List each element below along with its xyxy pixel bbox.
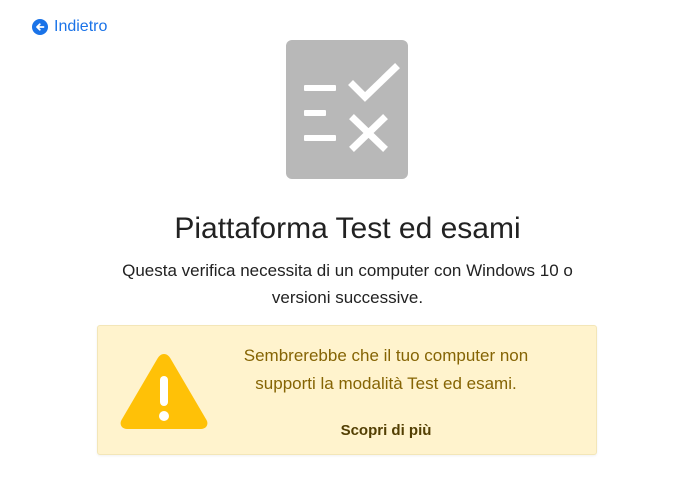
page-subtitle: Questa verifica necessita di un computer… bbox=[122, 261, 573, 307]
learn-more-link[interactable]: Scopri di più bbox=[226, 422, 546, 439]
arrow-left-circle-icon bbox=[32, 19, 48, 35]
checklist-icon bbox=[286, 40, 408, 179]
back-label: Indietro bbox=[54, 18, 108, 35]
page-title: Piattaforma Test ed esami bbox=[174, 212, 521, 245]
warning-triangle-icon bbox=[118, 350, 210, 432]
warning-alert: Sembrerebbe che il tuo computer non supp… bbox=[97, 325, 597, 455]
back-link[interactable]: Indietro bbox=[32, 18, 107, 36]
page: Indietro Piattaforma Test ed esami Quest… bbox=[0, 0, 695, 500]
warning-message: Sembrerebbe che il tuo computer non supp… bbox=[243, 346, 529, 393]
